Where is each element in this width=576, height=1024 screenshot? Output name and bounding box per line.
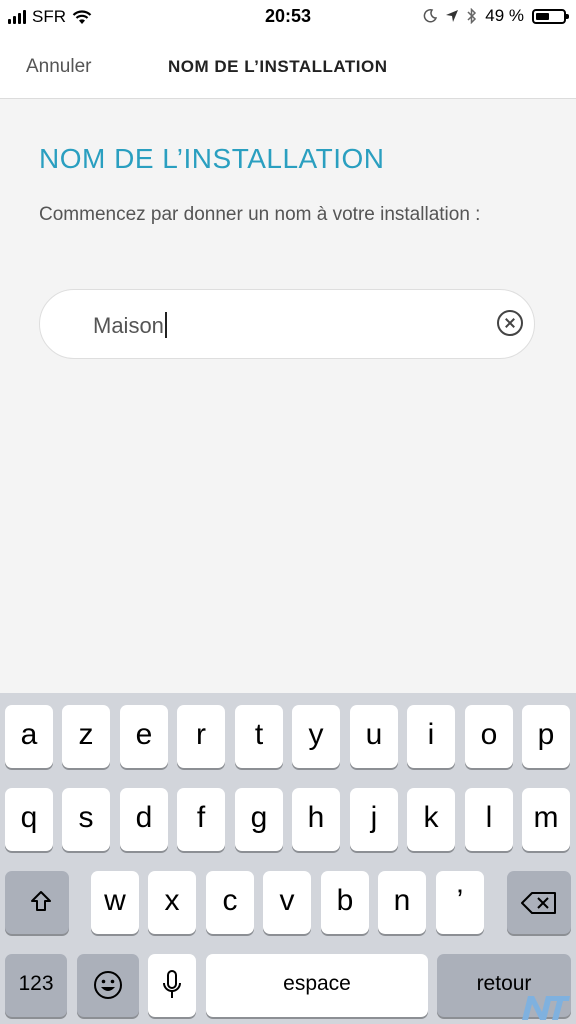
moon-icon: [423, 9, 438, 23]
backspace-key[interactable]: [507, 871, 571, 934]
key-d[interactable]: d: [120, 788, 168, 851]
key-f[interactable]: f: [177, 788, 225, 851]
navigation-bar: Annuler NOM DE L’INSTALLATION: [0, 34, 576, 99]
key-k[interactable]: k: [407, 788, 455, 851]
input-value: Maison: [93, 313, 164, 338]
emoji-key[interactable]: [77, 954, 139, 1017]
key-a[interactable]: a: [5, 705, 53, 768]
key-z[interactable]: z: [62, 705, 110, 768]
key-n[interactable]: n: [378, 871, 426, 934]
key-j[interactable]: j: [350, 788, 398, 851]
battery-percent: 49 %: [485, 6, 524, 25]
shift-icon: [31, 891, 51, 911]
text-cursor: [164, 312, 167, 338]
key-p[interactable]: p: [522, 705, 570, 768]
installation-name-input[interactable]: Maison: [39, 289, 535, 359]
key-s[interactable]: s: [62, 788, 110, 851]
nt-logo: [522, 996, 570, 1020]
key-i[interactable]: i: [407, 705, 455, 768]
backspace-icon: [521, 892, 556, 914]
instruction-text: Commencez par donner un nom à votre inst…: [39, 204, 481, 225]
nav-title: NOM DE L’INSTALLATION: [168, 57, 388, 76]
keyboard: a z e r t y u i o p q s d f g h j k l m …: [0, 693, 576, 1024]
clear-text-icon[interactable]: [497, 310, 523, 336]
key-r[interactable]: r: [177, 705, 225, 768]
key-h[interactable]: h: [292, 788, 340, 851]
emoji-icon: [94, 971, 122, 999]
key-l[interactable]: l: [465, 788, 513, 851]
key-x[interactable]: x: [148, 871, 196, 934]
shift-key[interactable]: [5, 871, 69, 934]
bluetooth-icon: [467, 8, 477, 24]
key-o[interactable]: o: [465, 705, 513, 768]
key-u[interactable]: u: [350, 705, 398, 768]
cancel-button[interactable]: Annuler: [26, 56, 92, 78]
key-m[interactable]: m: [522, 788, 570, 851]
space-key[interactable]: espace: [206, 954, 428, 1017]
dictation-key[interactable]: [148, 954, 196, 1017]
key-g[interactable]: g: [235, 788, 283, 851]
status-bar: SFR 20:53 49 %: [0, 0, 576, 34]
battery-fill: [536, 12, 549, 20]
page-title: NOM DE L’INSTALLATION: [39, 143, 385, 174]
key-c[interactable]: c: [206, 871, 254, 934]
status-bar-right: 49 %: [423, 6, 569, 26]
key-q[interactable]: q: [5, 788, 53, 851]
key-v[interactable]: v: [263, 871, 311, 934]
key-t[interactable]: t: [235, 705, 283, 768]
location-icon: [446, 10, 459, 22]
numbers-key[interactable]: 123: [5, 954, 67, 1017]
microphone-icon: [163, 970, 181, 998]
key-apostrophe[interactable]: ’: [436, 871, 484, 934]
battery-icon: [532, 8, 569, 24]
key-y[interactable]: y: [292, 705, 340, 768]
key-b[interactable]: b: [321, 871, 369, 934]
key-e[interactable]: e: [120, 705, 168, 768]
form-area: NOM DE L’INSTALLATION Commencez par donn…: [0, 99, 576, 693]
key-w[interactable]: w: [91, 871, 139, 934]
